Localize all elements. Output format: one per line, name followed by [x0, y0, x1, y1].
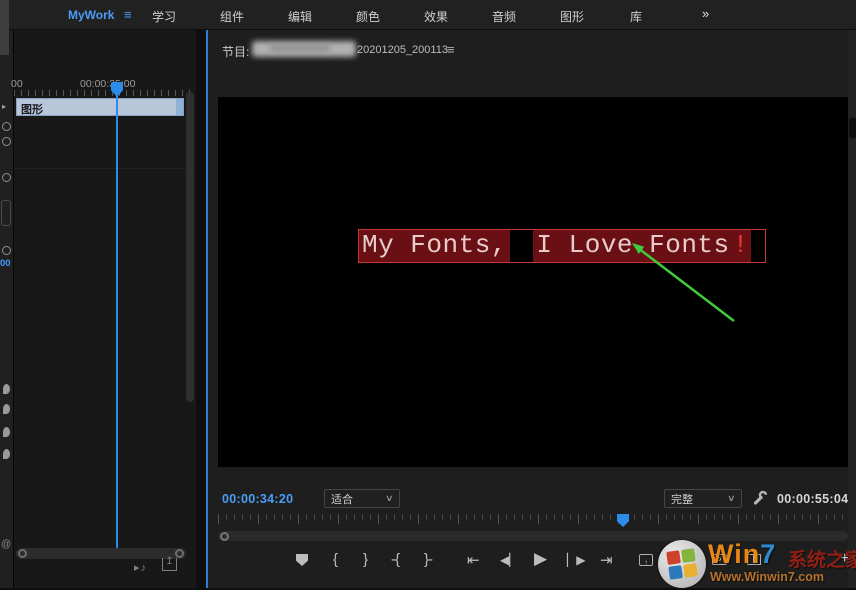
premiere-window: MyWork ≡ 学习 组件 编辑 颜色 效果 音频 图形 库 » ▸ 00 @…	[0, 0, 856, 590]
program-label: 节目:	[222, 43, 249, 60]
tab-libraries[interactable]: 库	[630, 8, 642, 25]
workspace-menu-icon[interactable]: ≡	[124, 7, 132, 22]
ruler-tick-label: 00	[11, 78, 23, 90]
lift-icon[interactable]: ↑	[639, 554, 653, 566]
mark-out-button[interactable]: }	[363, 551, 368, 568]
export-icon[interactable]: ↥	[162, 558, 177, 571]
panel-divider[interactable]	[196, 30, 206, 590]
timeline-horizontal-scrollbar[interactable]	[16, 548, 186, 559]
settings-wrench-icon[interactable]	[752, 490, 768, 506]
clip-label: 图形	[21, 101, 43, 117]
track-toggle-icon[interactable]	[2, 137, 11, 146]
green-arrow-annotation	[620, 235, 745, 327]
workspace-label[interactable]: MyWork	[68, 8, 114, 22]
zoom-level-value: 适合	[331, 491, 353, 507]
timeline-timecode-partial: 00	[0, 258, 11, 269]
timeline-vertical-scrollbar[interactable]	[186, 92, 194, 402]
tab-overflow-icon[interactable]: »	[702, 6, 707, 21]
audio-track-icon[interactable]	[3, 404, 10, 414]
panel-menu-icon[interactable]: ≡	[447, 42, 455, 57]
graphics-clip[interactable]: 图形	[16, 98, 184, 116]
tab-color[interactable]: 颜色	[356, 8, 380, 25]
current-timecode[interactable]: 00:00:34:20	[222, 492, 293, 506]
audio-track-icon[interactable]	[3, 449, 10, 459]
chevron-down-icon: ∨	[727, 493, 736, 504]
program-video-frame[interactable]: My Fonts, I Love Fonts !	[218, 97, 848, 467]
tab-audio[interactable]: 音频	[492, 8, 516, 25]
project-name-suffix: 20201205_200113	[357, 44, 448, 56]
tab-effects[interactable]: 效果	[424, 8, 448, 25]
tab-assembly[interactable]: 组件	[220, 8, 244, 25]
monitor-zoom-bar[interactable]	[218, 531, 848, 541]
audio-track-icon[interactable]	[3, 384, 10, 394]
sequence-duration: 00:00:55:04	[777, 492, 848, 506]
project-name-redacted-smudge	[270, 45, 330, 51]
track-meter-icon: @	[1, 539, 11, 550]
track-toggle-icon[interactable]	[2, 246, 11, 255]
ruler-time-label: 00:00:35:00	[80, 78, 135, 90]
track-expander-icon[interactable]: ▸	[2, 102, 6, 111]
timeline-ruler[interactable]	[14, 90, 194, 96]
tab-editing[interactable]: 编辑	[288, 8, 312, 25]
step-back-button[interactable]: ◀▏	[500, 553, 518, 567]
audio-track-icon[interactable]	[3, 427, 10, 437]
text-cursor-gap	[751, 230, 765, 262]
audio-scrub-icon[interactable]: ▸♪	[134, 561, 147, 574]
track-toggle-icon[interactable]	[2, 122, 11, 131]
extract-icon[interactable]: ↓	[677, 554, 691, 566]
play-button[interactable]: ▶	[534, 549, 547, 569]
clip-end-cap	[176, 99, 183, 115]
monitor-scrubber[interactable]	[218, 514, 848, 528]
next-edit-button[interactable]: ⇥	[600, 551, 613, 569]
tab-learn[interactable]: 学习	[152, 8, 176, 25]
track-button[interactable]	[1, 200, 11, 226]
step-forward-button[interactable]: ▏▶	[567, 553, 585, 567]
zoom-handle-left[interactable]	[18, 549, 27, 558]
window-edge	[0, 0, 9, 55]
title-text-segment: My Fonts,	[359, 230, 510, 262]
tab-graphics[interactable]: 图形	[560, 8, 584, 25]
goto-out-button[interactable]: }-	[424, 551, 432, 568]
chevron-down-icon: ∨	[385, 493, 394, 504]
mark-in-button[interactable]: {	[333, 551, 338, 568]
monitor-zoom-handle[interactable]	[220, 532, 229, 541]
comparison-view-icon[interactable]	[747, 554, 761, 565]
monitor-right-scrollbar[interactable]	[848, 30, 856, 590]
prev-edit-button[interactable]: ⇤	[467, 551, 480, 569]
track-toggle-icon[interactable]	[2, 173, 11, 182]
monitor-right-scroll-notch	[849, 118, 856, 138]
zoom-handle-right[interactable]	[175, 549, 184, 558]
timeline-playhead-line	[116, 96, 118, 548]
track-header-edge	[0, 30, 14, 590]
export-frame-icon[interactable]	[712, 554, 727, 565]
resolution-value: 完整	[671, 491, 693, 507]
selection-gap	[510, 230, 533, 262]
playback-resolution-select[interactable]: 完整 ∨	[664, 489, 742, 508]
panel-focus-border	[206, 30, 208, 590]
track-divider	[14, 168, 194, 169]
zoom-level-select[interactable]: 适合 ∨	[324, 489, 400, 508]
goto-in-button[interactable]: -{	[391, 551, 399, 568]
